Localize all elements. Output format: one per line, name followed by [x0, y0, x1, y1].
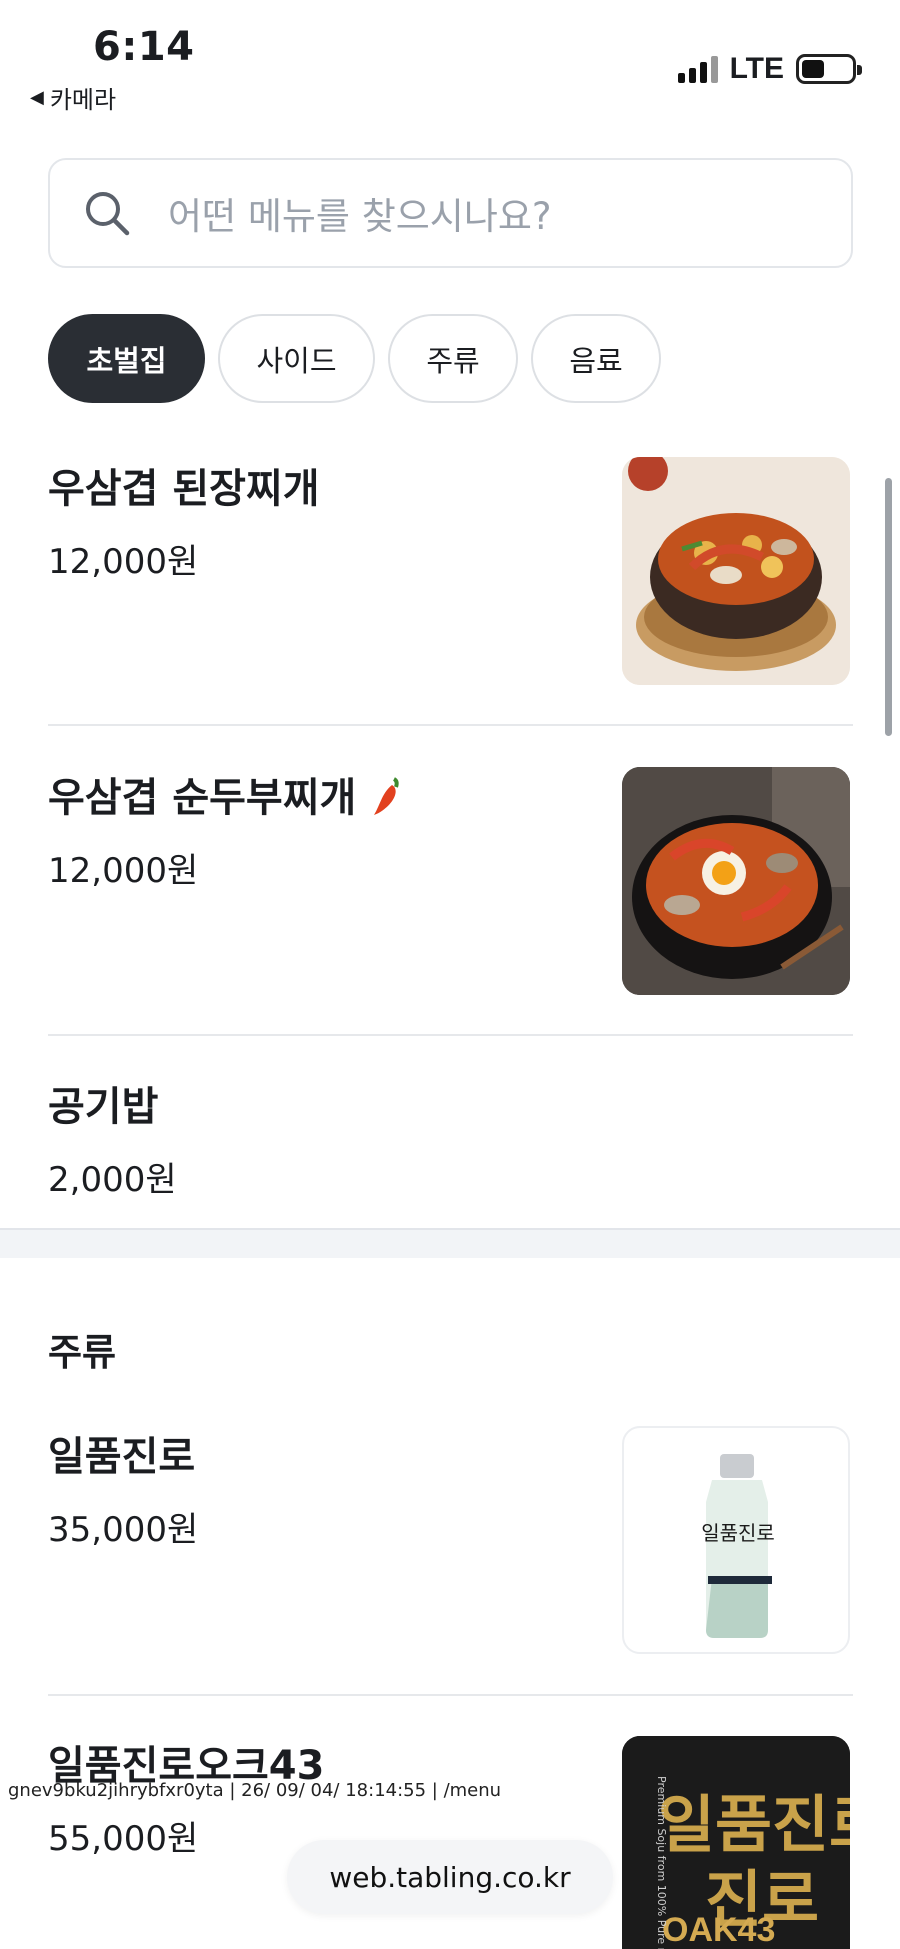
divider [48, 1694, 853, 1696]
back-app-label: 카메라 [49, 86, 117, 114]
soju-bottle-image: 일품진로 [701, 1454, 775, 1638]
category-tabs: 초벌집 사이드 주류 음료 [48, 314, 661, 403]
sundubu-jjigae-photo[interactable] [622, 767, 850, 995]
stew-image [622, 767, 850, 995]
menu-item[interactable]: 공기밥 2,000원 [48, 1074, 853, 1201]
back-to-app-link[interactable]: ◀ 카메라 [30, 80, 116, 115]
status-bar: 6:14 ◀ 카메라 LTE [0, 0, 900, 120]
ilpum-jinro-photo[interactable]: 일품진로 [622, 1426, 850, 1654]
box-sublabel: OAK43 [662, 1911, 775, 1949]
menu-item-name: 공기밥 [48, 1084, 159, 1130]
menu-item-name-text: 우삼겹 순두부찌개 [48, 775, 357, 821]
tab-chobeoljip[interactable]: 초벌집 [48, 314, 205, 403]
section-title-liquor: 주류 [48, 1331, 117, 1374]
network-type: LTE [729, 52, 784, 85]
signal-icon [677, 55, 718, 83]
status-indicators: LTE [677, 52, 862, 86]
tab-drinks[interactable]: 음료 [531, 314, 661, 403]
menu-item-price: 2,000원 [48, 1160, 177, 1200]
box-label: 일품진로 [658, 1788, 850, 1861]
doenjang-jjigae-photo[interactable] [622, 457, 850, 685]
session-watermark: gnev9bku2jihrybfxr0yta | 26/ 09/ 04/ 18:… [8, 1780, 502, 1801]
bottle-label: 일품진로 [701, 1521, 775, 1545]
stew-image [622, 457, 850, 685]
back-triangle-icon: ◀ [30, 87, 44, 108]
oak43-box-image: 일품진로 진로 OAK43 Premium Soju from 100% Pur… [622, 1736, 850, 1949]
section-separator [0, 1228, 900, 1258]
ilpum-jinro-oak43-photo[interactable]: 일품진로 진로 OAK43 Premium Soju from 100% Pur… [622, 1736, 850, 1949]
status-time: 6:14 [93, 24, 195, 70]
scrollbar[interactable] [885, 478, 892, 736]
box-side-text: Premium Soju from 100% Pure rice distill… [655, 1776, 668, 1949]
tab-liquor[interactable]: 주류 [388, 314, 518, 403]
divider [48, 1034, 853, 1036]
battery-icon [796, 54, 862, 84]
url-bar[interactable]: web.tabling.co.kr [287, 1840, 613, 1914]
spicy-pepper-icon [374, 777, 399, 815]
divider [48, 724, 853, 726]
search-icon [86, 192, 130, 236]
search-placeholder: 어떤 메뉴를 찾으시나요? [168, 195, 552, 238]
tab-side[interactable]: 사이드 [218, 314, 375, 403]
search-input[interactable]: 어떤 메뉴를 찾으시나요? [48, 158, 853, 268]
